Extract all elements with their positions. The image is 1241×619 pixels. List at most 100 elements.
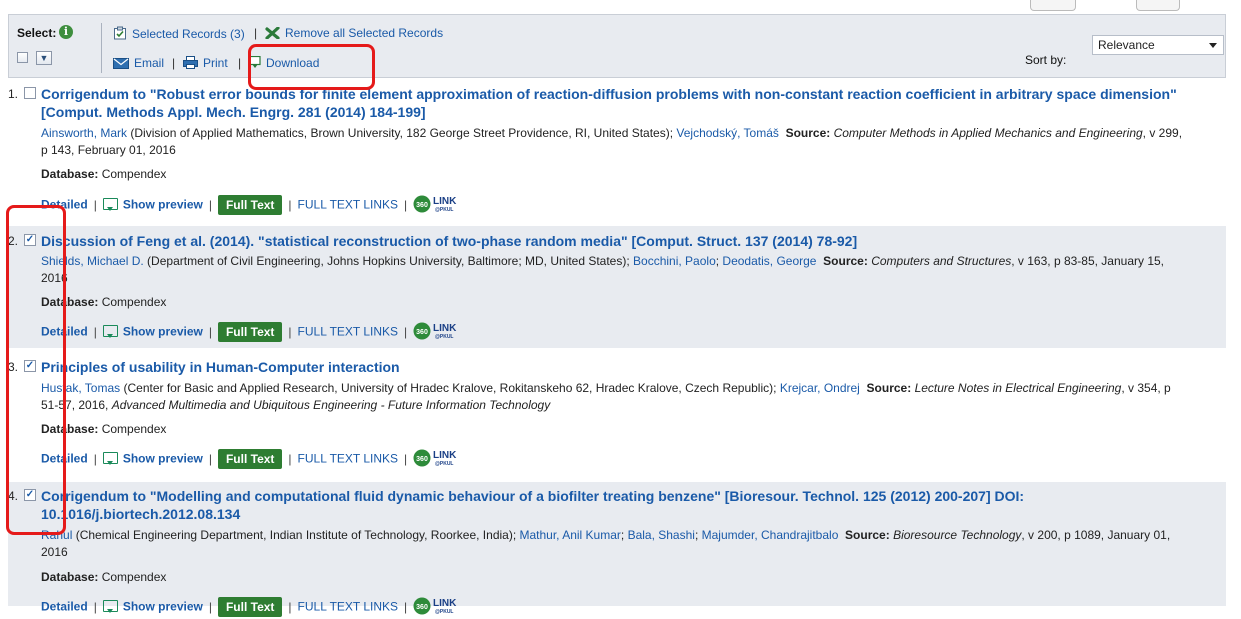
- full-text-links[interactable]: FULL TEXT LINKS: [298, 452, 398, 466]
- link-badge-sub: @PKUL: [435, 609, 454, 615]
- remove-all-link[interactable]: Remove all Selected Records: [265, 26, 443, 40]
- record-actions: Detailed | Show preview | Full Text | FULL TEX…: [41, 448, 459, 471]
- full-text-links[interactable]: FULL TEXT LINKS: [298, 600, 398, 614]
- separator: |: [208, 451, 212, 466]
- database-value: Compendex: [101, 295, 167, 309]
- full-text-links[interactable]: FULL TEXT LINKS: [298, 325, 398, 339]
- full-text-button[interactable]: Full Text: [217, 596, 283, 617]
- author-link[interactable]: Vejchodský, Tomáš: [676, 126, 779, 140]
- email-label: Email: [134, 56, 165, 70]
- clipboard-icon: [114, 26, 126, 40]
- sort-select[interactable]: Relevance: [1092, 35, 1224, 55]
- checkbox-highlight: [6, 205, 66, 535]
- print-icon: [183, 56, 198, 69]
- detailed-link[interactable]: Detailed: [41, 600, 88, 614]
- separator: |: [93, 324, 97, 339]
- full-text-button[interactable]: Full Text: [217, 194, 283, 215]
- link-badge-number: 360: [416, 456, 428, 463]
- link-badge-sub: @PKUL: [435, 461, 454, 467]
- author-link[interactable]: Mathur, Anil Kumar: [520, 528, 621, 542]
- record-title[interactable]: Corrigendum to "Robust error bounds for …: [41, 85, 1191, 121]
- full-text-button[interactable]: Full Text: [217, 321, 283, 342]
- author-link[interactable]: Bala, Shashi: [628, 528, 695, 542]
- database-value: Compendex: [101, 422, 167, 436]
- full-text-button[interactable]: Full Text: [217, 448, 283, 469]
- download-highlight: [248, 44, 375, 90]
- link-badge-sub: @PKUL: [435, 334, 454, 340]
- print-link[interactable]: Print: [183, 56, 228, 70]
- source-label: Source:: [785, 126, 831, 140]
- author-link[interactable]: Bocchini, Paolo: [633, 254, 716, 268]
- author-link[interactable]: Ainsworth, Mark: [41, 126, 127, 140]
- link-badge-text: LINK: [433, 450, 457, 461]
- separator: |: [254, 26, 258, 40]
- result-record: 1. Corrigendum to "Robust error bounds f…: [8, 82, 1226, 225]
- tab-stub: [1030, 0, 1076, 11]
- record-authors: Shields, Michael D. (Department of Civil…: [41, 254, 1165, 285]
- tab-stub: [1136, 0, 1180, 11]
- separator: |: [93, 197, 97, 212]
- separator: |: [404, 324, 408, 339]
- separator: |: [93, 451, 97, 466]
- select-label: Select:: [17, 26, 57, 40]
- separator: |: [404, 451, 408, 466]
- link-360-icon[interactable]: 360 LINK @PKUL: [413, 321, 459, 344]
- author-affiliation: (Center for Basic and Applied Research, …: [120, 381, 780, 395]
- record-title[interactable]: Corrigendum to "Modelling and computatio…: [41, 487, 1191, 523]
- source-journal: Computers and Structures: [871, 254, 1012, 268]
- record-title[interactable]: Principles of usability in Human-Compute…: [41, 358, 1191, 376]
- info-icon[interactable]: i: [59, 25, 73, 39]
- selected-records-link[interactable]: Selected Records (3): [113, 26, 245, 41]
- record-actions: Detailed | Show preview | Full Text | FULL TEX…: [41, 194, 459, 217]
- full-text-links[interactable]: FULL TEXT LINKS: [298, 198, 398, 212]
- database-value: Compendex: [101, 570, 167, 584]
- separator: |: [288, 599, 292, 614]
- record-title[interactable]: Discussion of Feng et al. (2014). "stati…: [41, 232, 1191, 250]
- source-journal: Lecture Notes in Electrical Engineering: [914, 381, 1122, 395]
- email-icon: [113, 58, 129, 69]
- source-label: Source:: [866, 381, 912, 395]
- record-actions: Detailed | Show preview | Full Text | FULL TEX…: [41, 596, 459, 619]
- separator: |: [208, 599, 212, 614]
- link-360-icon[interactable]: 360 LINK @PKUL: [413, 448, 459, 471]
- preview-icon: [102, 197, 118, 211]
- link-360-icon[interactable]: 360 LINK @PKUL: [413, 596, 459, 619]
- show-preview-link[interactable]: Show preview: [123, 325, 203, 339]
- author-link[interactable]: Majumder, Chandrajitbalo: [702, 528, 839, 542]
- author-affiliation: (Chemical Engineering Department, Indian…: [72, 528, 520, 542]
- author-affiliation: (Department of Civil Engineering, Johns …: [143, 254, 634, 268]
- database-label: Database:: [41, 570, 99, 584]
- separator: |: [208, 324, 212, 339]
- link-badge-number: 360: [416, 329, 428, 336]
- top-strip: [0, 0, 1241, 14]
- record-authors: Rahul (Chemical Engineering Department, …: [41, 528, 1171, 559]
- database-value: Compendex: [101, 167, 167, 181]
- record-checkbox[interactable]: [24, 87, 36, 99]
- email-link[interactable]: Email: [113, 56, 164, 70]
- author-link[interactable]: Deodatis, George: [722, 254, 816, 268]
- preview-icon: [102, 324, 118, 338]
- sort-label: Sort by:: [1025, 53, 1067, 67]
- separator: |: [208, 197, 212, 212]
- separator: |: [238, 56, 242, 70]
- remove-all-label: Remove all Selected Records: [285, 26, 444, 40]
- separator: |: [172, 56, 176, 70]
- record-authors: Ainsworth, Mark (Division of Applied Mat…: [41, 125, 1191, 159]
- link-360-icon[interactable]: 360 LINK @PKUL: [413, 194, 459, 217]
- author-link[interactable]: Krejcar, Ondrej: [780, 381, 860, 395]
- link-badge-text: LINK: [433, 598, 457, 609]
- show-preview-link[interactable]: Show preview: [123, 198, 203, 212]
- separator: |: [404, 599, 408, 614]
- separator: |: [288, 451, 292, 466]
- separator: |: [288, 324, 292, 339]
- link-badge-number: 360: [416, 202, 428, 209]
- selected-records-label: Selected Records (3): [132, 27, 245, 41]
- show-preview-link[interactable]: Show preview: [123, 452, 203, 466]
- results-toolbar: Select: i ▼ Selected Records (3) | Remov…: [8, 14, 1226, 78]
- record-database: Database: Compendex: [41, 570, 166, 584]
- link-badge-sub: @PKUL: [435, 207, 454, 213]
- select-dropdown-icon[interactable]: ▼: [36, 51, 52, 65]
- select-all-checkbox[interactable]: [17, 52, 28, 63]
- show-preview-link[interactable]: Show preview: [123, 600, 203, 614]
- chevron-down-icon: [1209, 43, 1217, 48]
